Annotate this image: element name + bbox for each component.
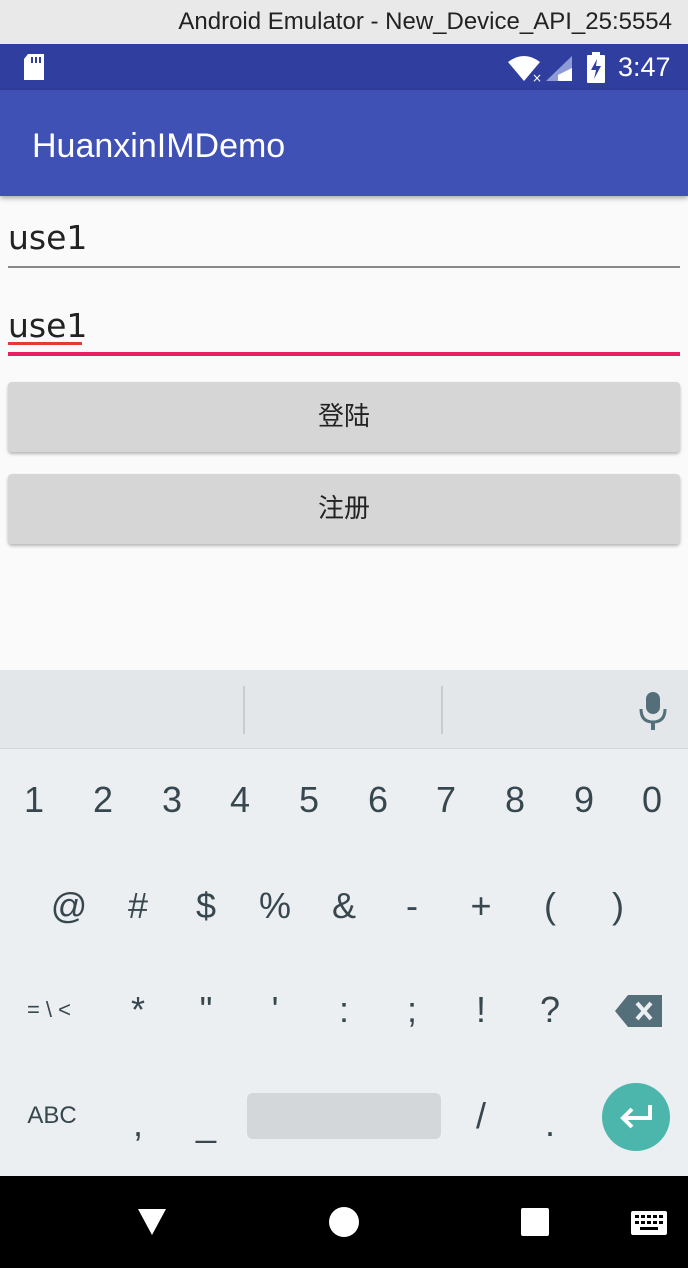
username-value: use1 bbox=[8, 218, 88, 257]
back-icon[interactable] bbox=[136, 1207, 168, 1237]
key-abc[interactable]: ABC bbox=[16, 1086, 88, 1146]
microphone-icon[interactable] bbox=[638, 692, 668, 732]
status-bar: × 3:47 bbox=[0, 44, 688, 90]
window-title: Android Emulator - New_Device_API_25:555… bbox=[178, 8, 672, 35]
key-5[interactable]: 5 bbox=[279, 770, 339, 830]
keyboard-icon[interactable] bbox=[630, 1210, 668, 1236]
recents-icon[interactable] bbox=[520, 1207, 550, 1237]
backspace-icon[interactable] bbox=[614, 994, 664, 1028]
navigation-bar bbox=[0, 1176, 688, 1268]
key-minus[interactable]: - bbox=[382, 876, 442, 936]
key-asterisk[interactable]: * bbox=[108, 980, 168, 1040]
key-6[interactable]: 6 bbox=[348, 770, 408, 830]
signal-icon bbox=[546, 56, 572, 81]
wifi-icon: × bbox=[508, 56, 542, 82]
key-ampersand[interactable]: & bbox=[314, 876, 374, 936]
suggestion-strip bbox=[0, 670, 688, 749]
key-hash[interactable]: # bbox=[108, 876, 168, 936]
key-colon[interactable]: : bbox=[314, 980, 374, 1040]
password-value: use1 bbox=[8, 306, 88, 345]
login-button[interactable]: 登陆 bbox=[8, 382, 680, 452]
key-9[interactable]: 9 bbox=[554, 770, 614, 830]
key-4[interactable]: 4 bbox=[210, 770, 270, 830]
key-single-quote[interactable]: ' bbox=[245, 980, 305, 1040]
key-semicolon[interactable]: ; bbox=[382, 980, 442, 1040]
key-open-paren[interactable]: ( bbox=[520, 876, 580, 936]
home-icon[interactable] bbox=[328, 1206, 360, 1238]
key-close-paren[interactable]: ) bbox=[588, 876, 648, 936]
key-double-quote[interactable]: " bbox=[176, 980, 236, 1040]
enter-button[interactable] bbox=[602, 1083, 670, 1151]
spellcheck-underline bbox=[8, 342, 82, 345]
key-plus[interactable]: + bbox=[451, 876, 511, 936]
sd-card-icon bbox=[24, 54, 44, 80]
key-question[interactable]: ? bbox=[520, 980, 580, 1040]
key-dollar[interactable]: $ bbox=[176, 876, 236, 936]
key-7[interactable]: 7 bbox=[416, 770, 476, 830]
battery-charging-icon bbox=[587, 52, 605, 83]
key-at[interactable]: @ bbox=[39, 876, 99, 936]
svg-text:×: × bbox=[532, 71, 542, 82]
key-8[interactable]: 8 bbox=[485, 770, 545, 830]
enter-icon bbox=[620, 1105, 652, 1129]
key-exclamation[interactable]: ! bbox=[451, 980, 511, 1040]
key-0[interactable]: 0 bbox=[622, 770, 682, 830]
key-3[interactable]: 3 bbox=[142, 770, 202, 830]
key-1[interactable]: 1 bbox=[4, 770, 64, 830]
window-titlebar: Android Emulator - New_Device_API_25:555… bbox=[0, 0, 688, 44]
soft-keyboard: 1 2 3 4 5 6 7 8 9 0 @ # $ % & - + ( ) = … bbox=[0, 670, 688, 1176]
username-underline bbox=[8, 266, 680, 268]
register-button[interactable]: 注册 bbox=[8, 474, 680, 544]
suggestion-divider bbox=[441, 686, 443, 734]
app-title: HuanxinIMDemo bbox=[32, 127, 286, 165]
app-bar: HuanxinIMDemo bbox=[0, 90, 688, 196]
key-2[interactable]: 2 bbox=[73, 770, 133, 830]
key-slash[interactable]: / bbox=[451, 1086, 511, 1146]
username-input[interactable]: use1 bbox=[8, 218, 680, 268]
space-bar[interactable] bbox=[247, 1093, 441, 1139]
key-percent[interactable]: % bbox=[245, 876, 305, 936]
password-underline bbox=[8, 352, 680, 356]
status-time: 3:47 bbox=[618, 52, 671, 82]
password-input[interactable]: use1 bbox=[8, 306, 680, 358]
key-underscore[interactable]: _ bbox=[176, 1094, 236, 1154]
suggestion-divider bbox=[243, 686, 245, 734]
key-comma[interactable]: , bbox=[108, 1094, 168, 1154]
key-more-symbols[interactable]: = \ < bbox=[16, 980, 82, 1040]
key-period[interactable]: . bbox=[520, 1094, 580, 1154]
